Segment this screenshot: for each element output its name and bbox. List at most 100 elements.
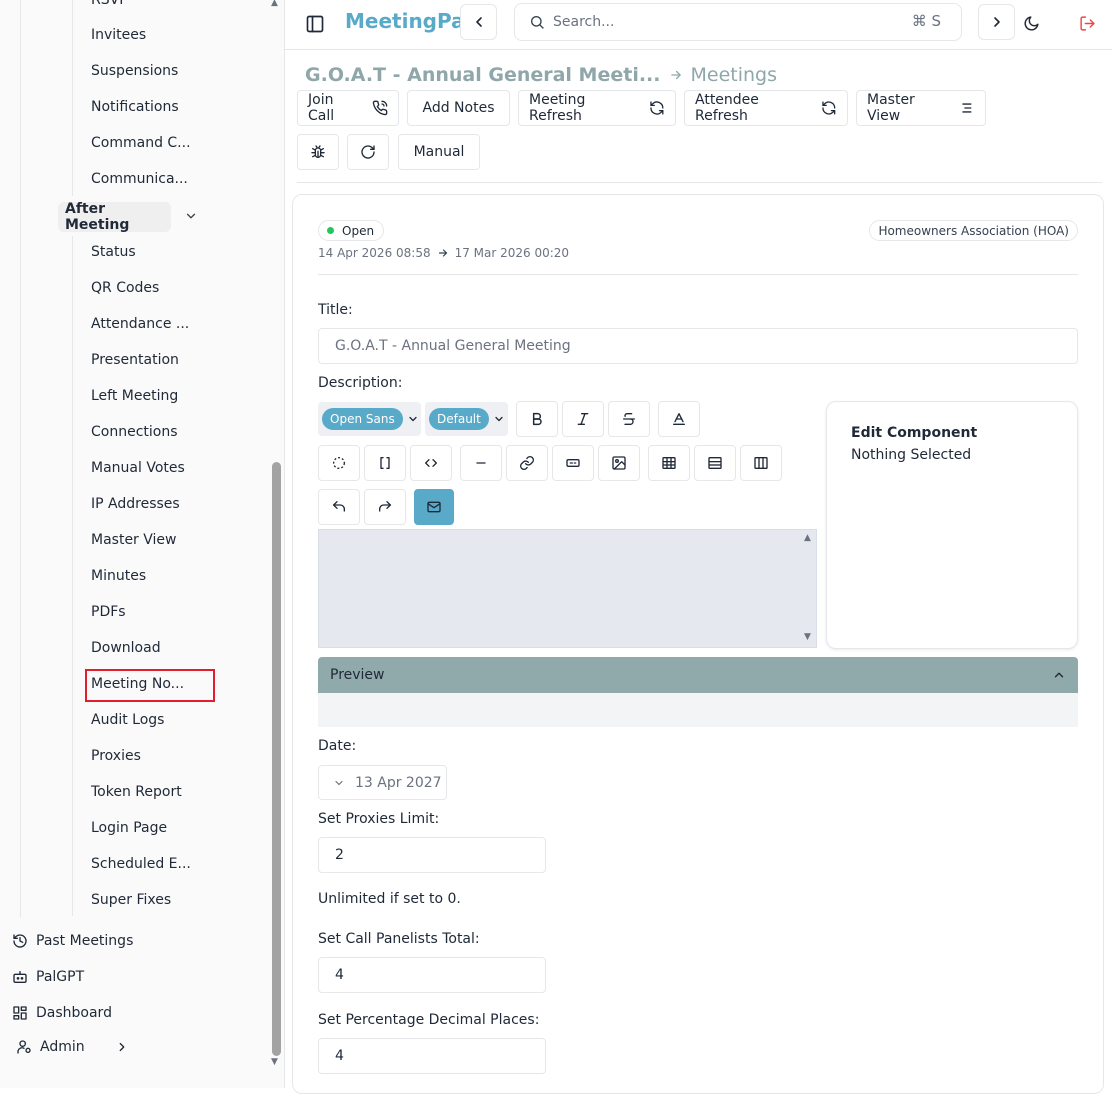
sidebar-item-suspensions[interactable]: Suspensions bbox=[91, 63, 178, 79]
sidebar-item-qr-codes[interactable]: QR Codes bbox=[91, 280, 159, 296]
theme-toggle-button[interactable] bbox=[1020, 12, 1042, 34]
sidebar-item-connections[interactable]: Connections bbox=[91, 424, 178, 440]
select-area-button[interactable] bbox=[318, 445, 360, 481]
sidebar-item-presentation[interactable]: Presentation bbox=[91, 352, 179, 368]
sidebar-item-manual-votes[interactable]: Manual Votes bbox=[91, 460, 185, 476]
sidebar-group-label: After Meeting bbox=[65, 201, 130, 233]
debug-button[interactable] bbox=[297, 134, 339, 170]
image-button[interactable] bbox=[598, 445, 640, 481]
scroll-down-arrow[interactable]: ▼ bbox=[804, 632, 811, 642]
sidebar-item-pdfs[interactable]: PDFs bbox=[91, 604, 126, 620]
sidebar-item-notifications[interactable]: Notifications bbox=[91, 99, 179, 115]
sidebar-item-rsvp[interactable]: RSVP bbox=[91, 0, 128, 8]
tree-line bbox=[72, 236, 73, 916]
search-input[interactable]: Search... ⌘ S bbox=[514, 3, 962, 41]
breadcrumb-meeting[interactable]: G.O.A.T - Annual General Meeti... bbox=[305, 64, 661, 86]
code-button[interactable] bbox=[410, 445, 452, 481]
email-mode-button[interactable] bbox=[414, 489, 454, 525]
strikethrough-button[interactable] bbox=[608, 401, 650, 437]
proxies-label: Set Proxies Limit: bbox=[318, 811, 440, 827]
scroll-up-arrow[interactable]: ▲ bbox=[804, 533, 811, 543]
search-icon bbox=[531, 16, 544, 29]
scroll-up-arrow[interactable]: ▲ bbox=[271, 0, 278, 8]
decimal-places-input[interactable]: 4 bbox=[318, 1038, 546, 1074]
chevron-down-icon[interactable] bbox=[184, 209, 198, 223]
link-button[interactable] bbox=[506, 445, 548, 481]
sidebar-item-minutes[interactable]: Minutes bbox=[91, 568, 146, 584]
brackets-button[interactable] bbox=[364, 445, 406, 481]
nav-admin[interactable]: Admin bbox=[16, 1039, 129, 1055]
button-insert-button[interactable] bbox=[552, 445, 594, 481]
sidebar-item-command-centre[interactable]: Command C... bbox=[91, 135, 191, 151]
manual-button[interactable]: Manual bbox=[398, 134, 480, 170]
join-call-button[interactable]: Join Call bbox=[297, 90, 399, 126]
rows-button[interactable] bbox=[694, 445, 736, 481]
breadcrumb: G.O.A.T - Annual General Meeti... Meetin… bbox=[305, 64, 777, 86]
sidebar-item-login-page[interactable]: Login Page bbox=[91, 820, 167, 836]
reload-button[interactable] bbox=[347, 134, 389, 170]
columns-button[interactable] bbox=[740, 445, 782, 481]
sidebar-item-attendance[interactable]: Attendance ... bbox=[91, 316, 189, 332]
proxies-limit-input[interactable]: 2 bbox=[318, 837, 546, 873]
preview-toggle[interactable]: Preview bbox=[318, 657, 1078, 693]
sidebar-group-after-meeting[interactable]: After Meeting bbox=[58, 201, 171, 233]
proxies-help-text: Unlimited if set to 0. bbox=[318, 891, 461, 907]
table-button[interactable] bbox=[648, 445, 690, 481]
forward-button[interactable] bbox=[978, 4, 1015, 40]
sidebar-toggle-button[interactable] bbox=[303, 12, 327, 36]
nav-palgpt[interactable]: PalGPT bbox=[12, 969, 84, 985]
undo-button[interactable] bbox=[318, 489, 360, 525]
sidebar-item-communications[interactable]: Communica... bbox=[91, 171, 188, 187]
sidebar-item-status[interactable]: Status bbox=[91, 244, 136, 260]
horizontal-rule-button[interactable] bbox=[460, 445, 502, 481]
attendee-refresh-button[interactable]: Attendee Refresh bbox=[684, 90, 848, 126]
italic-button[interactable] bbox=[562, 401, 604, 437]
sidebar-item-ip-addresses[interactable]: IP Addresses bbox=[91, 496, 180, 512]
button-label: Manual bbox=[413, 144, 465, 160]
date-value: 13 Apr 2027 bbox=[355, 774, 442, 791]
breadcrumb-section[interactable]: Meetings bbox=[691, 64, 778, 86]
panelists-total-input[interactable]: 4 bbox=[318, 957, 546, 993]
sidebar-item-meeting-notes[interactable]: Meeting No... bbox=[91, 676, 184, 692]
meeting-refresh-button[interactable]: Meeting Refresh bbox=[518, 90, 676, 126]
sidebar-item-audit-logs[interactable]: Audit Logs bbox=[91, 712, 164, 728]
sidebar-item-download[interactable]: Download bbox=[91, 640, 161, 656]
sidebar-scrollbar[interactable] bbox=[272, 462, 281, 1056]
refresh-icon bbox=[822, 101, 836, 115]
scroll-down-arrow[interactable]: ▼ bbox=[271, 1057, 278, 1067]
text-color-button[interactable] bbox=[658, 401, 700, 437]
font-size-select[interactable]: Default bbox=[425, 402, 508, 436]
sidebar-item-invitees[interactable]: Invitees bbox=[91, 27, 146, 43]
sidebar-item-token-report[interactable]: Token Report bbox=[91, 784, 182, 800]
description-editor[interactable] bbox=[318, 529, 817, 648]
nav-past-meetings[interactable]: Past Meetings bbox=[12, 933, 133, 949]
button-label: Master View bbox=[867, 92, 915, 124]
redo-icon bbox=[379, 501, 391, 512]
edit-component-status: Nothing Selected bbox=[851, 447, 972, 463]
nav-dashboard[interactable]: Dashboard bbox=[12, 1005, 112, 1021]
app-brand[interactable]: MeetingPal bbox=[345, 9, 471, 33]
chevron-left-icon bbox=[475, 17, 482, 27]
text-color-icon bbox=[673, 413, 685, 425]
sidebar-item-master-view[interactable]: Master View bbox=[91, 532, 176, 548]
rotate-icon bbox=[361, 145, 375, 159]
font-family-select[interactable]: Open Sans bbox=[318, 402, 421, 436]
master-view-button[interactable]: Master View bbox=[856, 90, 986, 126]
description-label: Description: bbox=[318, 375, 403, 391]
date-picker[interactable]: 13 Apr 2027 bbox=[318, 765, 447, 800]
logout-button[interactable] bbox=[1076, 12, 1098, 34]
bold-button[interactable] bbox=[516, 401, 558, 437]
back-button[interactable] bbox=[460, 4, 497, 40]
button-label: Add Notes bbox=[422, 100, 495, 116]
sidebar-item-proxies[interactable]: Proxies bbox=[91, 748, 141, 764]
sidebar-item-left-meeting[interactable]: Left Meeting bbox=[91, 388, 178, 404]
sidebar-item-scheduled-emails[interactable]: Scheduled E... bbox=[91, 856, 191, 872]
add-notes-button[interactable]: Add Notes bbox=[407, 90, 510, 126]
title-field[interactable]: G.O.A.T - Annual General Meeting bbox=[318, 328, 1078, 364]
chevron-up-icon bbox=[1054, 672, 1064, 678]
italic-icon bbox=[577, 413, 589, 425]
redo-button[interactable] bbox=[364, 489, 406, 525]
sidebar-item-super-fixes[interactable]: Super Fixes bbox=[91, 892, 171, 908]
undo-icon bbox=[333, 501, 345, 512]
moon-icon bbox=[1024, 15, 1039, 30]
